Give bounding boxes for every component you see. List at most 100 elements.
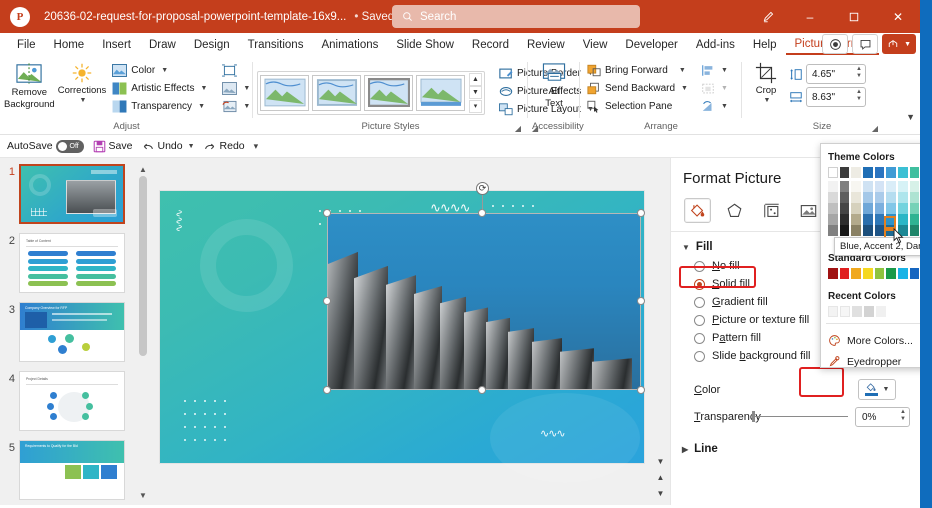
picture-style-thumb[interactable]	[260, 74, 309, 111]
align-button[interactable]: ▼	[698, 62, 731, 79]
section-button[interactable]: ▲	[654, 471, 667, 483]
radio-solid-fill[interactable]	[694, 278, 705, 290]
tab-add-ins[interactable]: Add-ins	[687, 36, 744, 54]
theme-swatch[interactable]	[874, 203, 885, 214]
slider-knob[interactable]	[752, 411, 755, 422]
theme-swatch[interactable]	[839, 167, 850, 178]
send-backward-button[interactable]: Send Backward ▼	[584, 80, 691, 97]
theme-swatch[interactable]	[874, 214, 885, 225]
tab-draw[interactable]: Draw	[140, 36, 185, 54]
theme-swatch[interactable]	[909, 214, 920, 225]
tab-developer[interactable]: Developer	[616, 36, 686, 54]
tab-slide-show[interactable]: Slide Show	[387, 36, 463, 54]
theme-swatch[interactable]	[863, 181, 873, 192]
qat-more-button[interactable]: ▾	[254, 141, 259, 152]
theme-swatch[interactable]	[863, 192, 873, 203]
reset-picture-button[interactable]: ▼	[219, 98, 253, 115]
resize-handle-middle-left[interactable]	[323, 297, 331, 305]
selected-picture[interactable]: ⟳	[323, 182, 645, 394]
resize-handle-bottom-left[interactable]	[323, 386, 331, 394]
standard-swatch[interactable]	[909, 268, 920, 279]
tab-view[interactable]: View	[574, 36, 617, 54]
theme-swatch[interactable]	[851, 192, 862, 203]
theme-colors-variant-grid[interactable]	[821, 181, 920, 236]
resize-handle-bottom-right[interactable]	[637, 386, 645, 394]
tab-help[interactable]: Help	[744, 36, 786, 54]
theme-swatch[interactable]	[886, 203, 897, 214]
resize-handle-top-left[interactable]	[323, 209, 331, 217]
theme-swatch[interactable]	[839, 214, 850, 225]
picture-style-thumb[interactable]	[364, 74, 413, 111]
tab-home[interactable]: Home	[45, 36, 94, 54]
tab-review[interactable]: Review	[518, 36, 574, 54]
transparency-spinner[interactable]: ▲ ▼	[900, 409, 906, 423]
bring-forward-button[interactable]: Bring Forward ▼	[584, 62, 691, 79]
slide-thumbnail-1[interactable]	[19, 164, 125, 224]
resize-handle-top-right[interactable]	[637, 209, 645, 217]
theme-swatch[interactable]	[898, 181, 908, 192]
tab-animations[interactable]: Animations	[312, 36, 387, 54]
comments-button[interactable]	[852, 34, 879, 54]
theme-swatch[interactable]	[909, 192, 920, 203]
height-input[interactable]: 4.65" ▲ ▼	[806, 64, 866, 84]
remove-background-button[interactable]: Remove Background	[4, 60, 55, 110]
slide-editing-surface[interactable]: ∿∿∿ ∿∿∿∿ ∿∿∿ ⟳	[160, 182, 645, 483]
thumbnail-row[interactable]: 5 Requirements to Qualify for the Bid	[0, 440, 150, 500]
more-styles-button[interactable]: ▾	[469, 99, 482, 113]
transparency-button[interactable]: Transparency ▼	[109, 98, 210, 115]
autosave-switch[interactable]: Off	[55, 139, 84, 153]
undo-button[interactable]: Undo ▼	[141, 140, 195, 153]
theme-swatch[interactable]	[874, 192, 885, 203]
picture-styles-scroll[interactable]: ▲ ▼ ▾	[469, 72, 482, 113]
recent-swatch[interactable]	[864, 306, 874, 317]
resize-handle-middle-right[interactable]	[637, 297, 645, 305]
theme-swatch[interactable]	[839, 192, 850, 203]
theme-swatch[interactable]	[828, 181, 838, 192]
theme-swatch[interactable]	[909, 167, 920, 178]
eyedropper-item[interactable]: Eyedropper	[821, 351, 920, 367]
fill-color-button[interactable]: ▼	[858, 379, 896, 400]
size-properties-tab[interactable]	[758, 198, 785, 223]
share-button[interactable]: ▼	[882, 34, 916, 54]
transparency-input[interactable]: 0% ▲ ▼	[855, 407, 910, 427]
theme-swatch[interactable]	[828, 203, 838, 214]
theme-swatch[interactable]	[874, 167, 885, 178]
scroll-down-arrow-icon[interactable]: ▼	[138, 490, 148, 501]
more-colors-item[interactable]: More Colors...	[821, 330, 920, 351]
recent-swatch[interactable]	[828, 306, 838, 317]
next-slide-button[interactable]: ▼	[654, 487, 667, 499]
radio-picture-texture-fill[interactable]	[694, 314, 705, 326]
theme-swatch[interactable]	[851, 181, 862, 192]
theme-swatch[interactable]	[863, 225, 873, 236]
thumbnail-row[interactable]: 1	[0, 164, 150, 224]
theme-swatch[interactable]	[828, 167, 838, 178]
theme-swatch[interactable]	[863, 167, 873, 178]
theme-colors-base-row[interactable]	[821, 167, 920, 178]
slide-thumbnail-2[interactable]: Table of Content	[19, 233, 125, 293]
radio-gradient-fill[interactable]	[694, 296, 705, 308]
save-button[interactable]: Save	[93, 140, 132, 153]
thumbnail-row[interactable]: 3 Company Overview for RFP	[0, 302, 150, 362]
standard-swatch[interactable]	[839, 268, 850, 279]
thumbnail-row[interactable]: 2 Table of Content	[0, 233, 150, 293]
recent-swatch[interactable]	[876, 306, 886, 317]
thumbnail-scrollbar[interactable]: ▲ ▼	[138, 164, 148, 501]
theme-swatch[interactable]	[851, 225, 862, 236]
theme-swatch[interactable]	[851, 214, 862, 225]
color-button[interactable]: Color ▼	[109, 62, 210, 79]
theme-swatch[interactable]	[909, 203, 920, 214]
theme-swatch[interactable]	[851, 203, 862, 214]
crop-button[interactable]: Crop ▼	[746, 60, 786, 104]
redo-button[interactable]: Redo	[204, 140, 245, 153]
effects-tab[interactable]	[721, 198, 748, 223]
theme-swatch[interactable]	[909, 181, 920, 192]
recent-swatch[interactable]	[852, 306, 862, 317]
recent-colors-row[interactable]	[821, 306, 920, 317]
tab-insert[interactable]: Insert	[93, 36, 140, 54]
theme-swatch[interactable]	[828, 192, 838, 203]
shape-width-field[interactable]: 8.63" ▲ ▼	[789, 87, 866, 107]
thumbnail-scroll-thumb[interactable]	[139, 176, 147, 356]
radio-pattern-fill[interactable]	[694, 332, 705, 344]
autosave-toggle[interactable]: AutoSave Off	[7, 139, 84, 153]
picture-styles-dialog-launcher[interactable]: ◢	[515, 124, 521, 133]
